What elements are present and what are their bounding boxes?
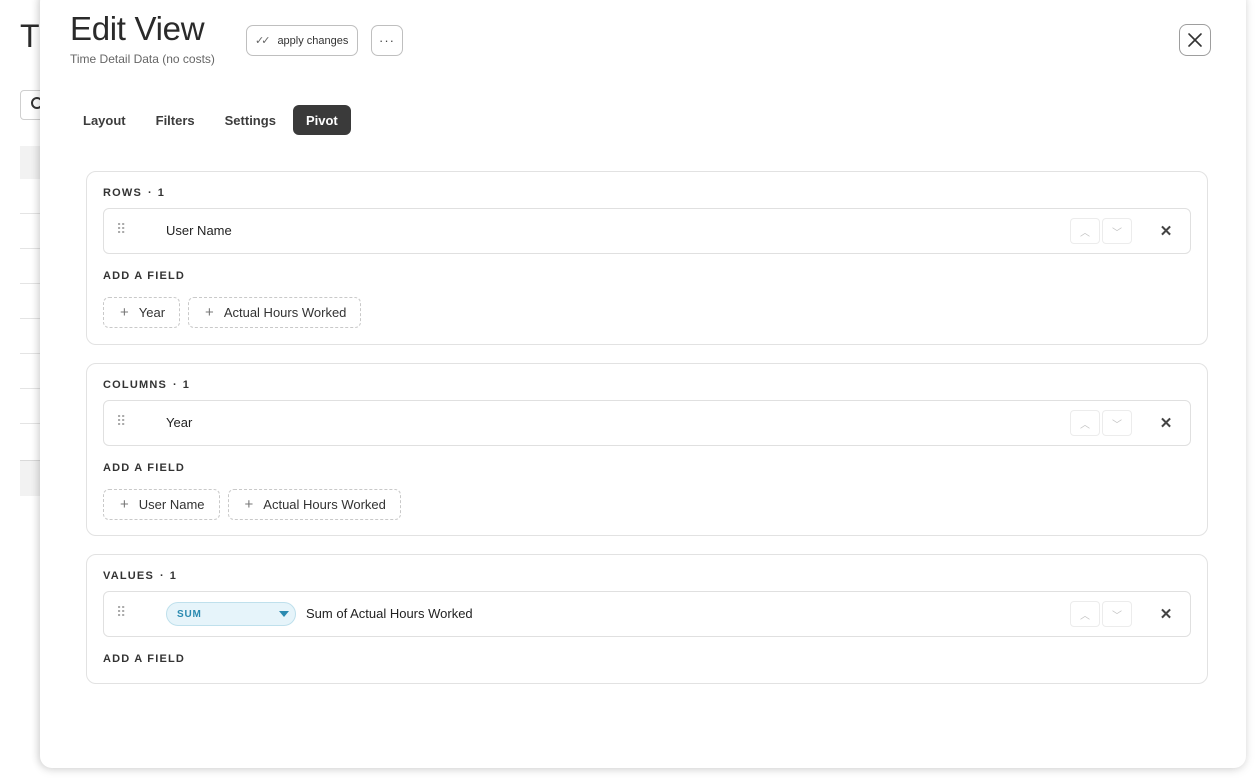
separator-dot: · <box>148 187 152 199</box>
move-up-button[interactable]: ︿ <box>1070 410 1100 436</box>
modal-title: Edit View <box>70 10 205 47</box>
more-options-button[interactable]: ··· <box>371 25 403 56</box>
close-icon: ✕ <box>1159 223 1173 240</box>
move-up-button[interactable]: ︿ <box>1070 601 1100 627</box>
plus-icon: + <box>244 496 254 513</box>
add-field-chip-actual-hours-worked[interactable]: + Actual Hours Worked <box>227 489 401 520</box>
chevron-down-icon: ﹀ <box>1112 610 1122 622</box>
field-name: User Name <box>166 223 232 238</box>
available-fields: + User Name + Actual Hours Worked <box>103 489 401 520</box>
chevron-up-icon: ︿ <box>1080 227 1090 239</box>
values-section: VALUES · 1 ⠿ SUM Sum of Actual Hours Wor… <box>86 554 1208 684</box>
add-field-chip-year[interactable]: + Year <box>103 297 181 328</box>
double-check-icon: ✓✓ <box>255 35 271 47</box>
reorder-controls: ︿ ﹀ <box>1070 218 1132 244</box>
tab-bar: Layout Filters Settings Pivot <box>70 105 351 135</box>
columns-count: 1 <box>182 379 191 391</box>
field-name: Year <box>166 415 193 430</box>
remove-field-button[interactable]: ✕ <box>1156 604 1176 624</box>
chevron-down-icon: ﹀ <box>1112 227 1122 239</box>
rows-section: ROWS · 1 ⠿ User Name ︿ ﹀ ✕ ADD A FIELD +… <box>86 171 1208 345</box>
aggregation-value: SUM <box>177 608 202 620</box>
plus-icon: + <box>120 304 129 321</box>
values-section-label: VALUES · 1 <box>103 570 177 582</box>
edit-view-modal: Edit View Time Detail Data (no costs) ✓✓… <box>40 0 1246 768</box>
move-up-button[interactable]: ︿ <box>1070 218 1100 244</box>
columns-section: COLUMNS · 1 ⠿ Year ︿ ﹀ ✕ ADD A FIELD + Us… <box>86 363 1208 536</box>
separator-dot: · <box>173 379 177 391</box>
field-name: Sum of Actual Hours Worked <box>306 606 473 621</box>
values-count: 1 <box>169 570 178 582</box>
close-button[interactable] <box>1179 24 1211 56</box>
chip-label: Year <box>138 305 166 320</box>
add-field-chip-user-name[interactable]: + User Name <box>103 489 220 520</box>
add-field-label: ADD A FIELD <box>103 270 186 282</box>
reorder-controls: ︿ ﹀ <box>1070 410 1132 436</box>
close-icon: ✕ <box>1159 606 1173 623</box>
ellipsis-icon: ··· <box>379 33 395 48</box>
aggregation-select[interactable]: SUM <box>166 602 296 626</box>
tab-layout[interactable]: Layout <box>70 105 139 135</box>
tab-pivot[interactable]: Pivot <box>292 105 351 135</box>
add-field-label: ADD A FIELD <box>103 653 186 665</box>
values-label: VALUES <box>103 570 155 582</box>
drag-handle-icon[interactable]: ⠿ <box>116 222 126 236</box>
chip-label: Actual Hours Worked <box>263 497 386 512</box>
close-icon <box>1188 33 1202 47</box>
add-field-chip-actual-hours-worked[interactable]: + Actual Hours Worked <box>188 297 362 328</box>
rows-count: 1 <box>157 187 166 199</box>
move-down-button[interactable]: ﹀ <box>1102 218 1132 244</box>
rows-label: ROWS <box>103 187 143 199</box>
drag-handle-icon[interactable]: ⠿ <box>116 414 126 428</box>
tab-filters[interactable]: Filters <box>143 105 208 135</box>
chevron-up-icon: ︿ <box>1080 610 1090 622</box>
chip-label: Actual Hours Worked <box>223 305 347 320</box>
separator-dot: · <box>160 570 164 582</box>
tab-settings[interactable]: Settings <box>212 105 289 135</box>
background-page-title: T <box>20 18 40 54</box>
pivot-field-row: ⠿ Year ︿ ﹀ ✕ <box>103 400 1191 446</box>
chevron-down-icon: ﹀ <box>1112 419 1122 431</box>
close-icon: ✕ <box>1159 415 1173 432</box>
pivot-field-row: ⠿ User Name ︿ ﹀ ✕ <box>103 208 1191 254</box>
remove-field-button[interactable]: ✕ <box>1156 413 1176 433</box>
pivot-value-row: ⠿ SUM Sum of Actual Hours Worked ︿ ﹀ ✕ <box>103 591 1191 637</box>
apply-changes-button[interactable]: ✓✓ apply changes <box>246 25 359 56</box>
chevron-up-icon: ︿ <box>1080 419 1090 431</box>
columns-label: COLUMNS <box>103 379 168 391</box>
move-down-button[interactable]: ﹀ <box>1102 410 1132 436</box>
available-fields: + Year + Actual Hours Worked <box>103 297 362 328</box>
columns-section-label: COLUMNS · 1 <box>103 379 190 391</box>
rows-section-label: ROWS · 1 <box>103 187 165 199</box>
plus-icon: + <box>205 304 214 321</box>
reorder-controls: ︿ ﹀ <box>1070 601 1132 627</box>
move-down-button[interactable]: ﹀ <box>1102 601 1132 627</box>
chip-label: User Name <box>138 497 205 512</box>
remove-field-button[interactable]: ✕ <box>1156 221 1176 241</box>
apply-changes-label: apply changes <box>277 34 349 47</box>
modal-subtitle: Time Detail Data (no costs) <box>70 52 215 66</box>
plus-icon: + <box>120 496 129 513</box>
drag-handle-icon[interactable]: ⠿ <box>116 605 126 619</box>
add-field-label: ADD A FIELD <box>103 462 186 474</box>
caret-down-icon <box>279 611 289 617</box>
